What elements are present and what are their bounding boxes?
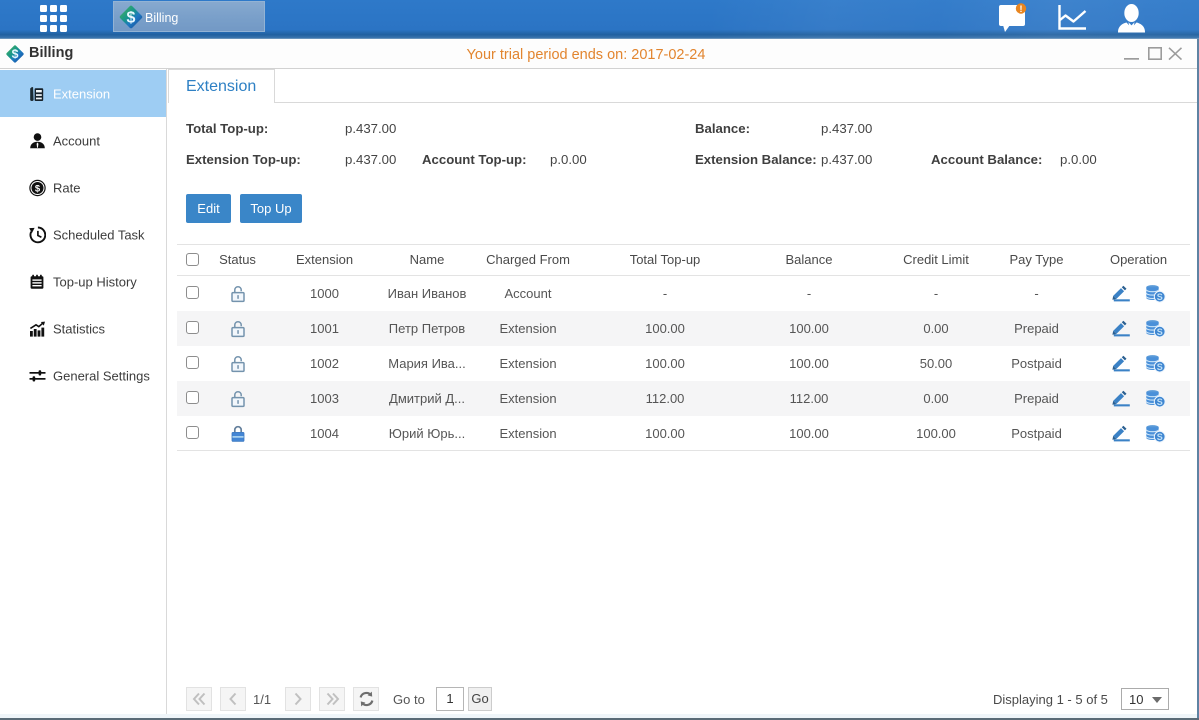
svg-text:S: S bbox=[1157, 292, 1163, 302]
svg-text:$: $ bbox=[127, 10, 136, 27]
svg-text:$: $ bbox=[35, 183, 41, 194]
svg-text:S: S bbox=[1157, 397, 1163, 407]
svg-text:!: ! bbox=[1020, 4, 1023, 14]
svg-text:S: S bbox=[1157, 327, 1163, 337]
svg-text:$: $ bbox=[12, 47, 19, 61]
svg-text:S: S bbox=[1157, 432, 1163, 442]
svg-text:S: S bbox=[1157, 362, 1163, 372]
